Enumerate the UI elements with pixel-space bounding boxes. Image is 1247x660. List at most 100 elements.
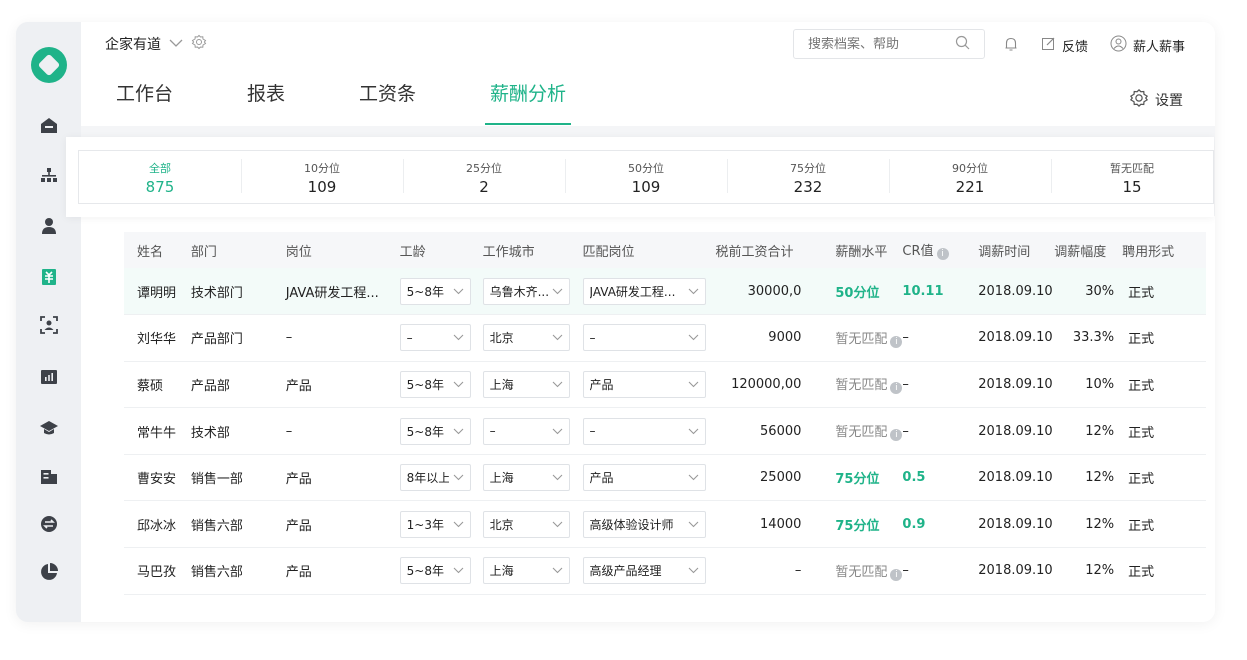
chevron-down-icon [453, 335, 464, 341]
stat-filter-no-match[interactable]: 暂无匹配 15 [1051, 151, 1213, 203]
cr-value: 0.5 [902, 470, 926, 486]
table-row[interactable]: 曹安安 销售一部 产品 8年以上 上海 产品 25000 75分位 0.5 2018.09.10 1… [124, 454, 1206, 502]
stat-value: 875 [145, 178, 175, 196]
cr-value: – [902, 330, 909, 346]
city-select[interactable]: 北京 [482, 510, 570, 538]
city-select[interactable]: 上海 [482, 370, 570, 398]
gear-icon[interactable] [191, 34, 207, 54]
col-header-pretax-salary[interactable]: 税前工资合计 [715, 232, 821, 268]
table-row[interactable]: 蔡硕 产品部 产品 5~8年 上海 产品 120000,00 暂无匹配 i –2018.09.10… [124, 361, 1206, 409]
chevron-down-icon [453, 428, 464, 434]
matched-position-select[interactable]: JAVA研发工程... [582, 277, 706, 305]
col-header-position[interactable]: 岗位 [286, 232, 400, 268]
seniority-select[interactable]: 8年以上 [399, 464, 471, 492]
col-header-adjust-date[interactable]: 调薪时间 [978, 232, 1054, 268]
person-icon[interactable] [38, 215, 60, 237]
city-select-value: 上海 [489, 377, 514, 392]
app-logo[interactable] [31, 47, 67, 83]
info-icon[interactable]: i [890, 568, 903, 581]
search-icon[interactable] [955, 35, 970, 54]
tab-payslip[interactable]: 工资条 [359, 80, 416, 125]
stat-filter-p75[interactable]: 75分位 232 [727, 151, 889, 203]
search-input[interactable] [808, 36, 938, 52]
cell-matched-position: 高级体验设计师 [582, 500, 716, 549]
cell-department: 销售六部 [190, 500, 286, 549]
cell-cr: – [902, 314, 979, 362]
city-select[interactable]: – [482, 417, 570, 445]
stat-filter-p10[interactable]: 10分位 109 [241, 151, 403, 203]
tab-reports[interactable]: 报表 [247, 80, 285, 125]
info-icon[interactable]: i [936, 248, 949, 260]
stat-filter-p25[interactable]: 25分位 2 [403, 151, 565, 203]
org-chart-icon[interactable] [38, 165, 60, 187]
face-scan-icon[interactable] [38, 314, 60, 336]
home-icon[interactable] [38, 114, 60, 136]
chevron-down-icon [453, 567, 464, 574]
cell-employment-type: 正式 [1114, 500, 1206, 549]
table-row[interactable]: 刘华华 产品部门 – – 北京 –9000 暂无匹配 i –2018.09.10 33.3% 正式 [124, 314, 1206, 362]
exchange-icon[interactable] [38, 513, 60, 535]
stat-filter-p50[interactable]: 50分位 109 [565, 151, 727, 203]
tab-workbench[interactable]: 工作台 [116, 80, 173, 125]
matched-position-select[interactable]: 高级体验设计师 [582, 510, 706, 538]
col-header-department[interactable]: 部门 [191, 232, 286, 268]
notification-button[interactable] [1003, 36, 1019, 56]
seniority-select[interactable]: – [399, 324, 471, 352]
seniority-select-value: – [406, 330, 413, 345]
settings-button[interactable]: 设置 [1129, 88, 1183, 112]
user-menu[interactable]: 薪人薪事 [1110, 35, 1185, 56]
col-header-seniority[interactable]: 工龄 [400, 232, 483, 268]
seniority-select-value: 1~3年 [406, 517, 444, 532]
info-icon[interactable]: i [890, 382, 903, 395]
stat-filter-all[interactable]: 全部 875 [79, 151, 241, 203]
col-header-matched-position[interactable]: 匹配岗位 [583, 232, 716, 268]
table-row[interactable]: 常牛牛 技术部 –5~8年 – –56000 暂无匹配 i –2018.09.10 12% 正式 [124, 407, 1206, 455]
stat-filter-p90[interactable]: 90分位 221 [889, 151, 1051, 203]
cell-adjust-rate: 12% [1054, 547, 1115, 595]
matched-position-select[interactable]: 产品 [582, 464, 706, 492]
cell-pretax-salary: 9000 [715, 314, 822, 362]
cell-adjust-date: 2018.09.10 [978, 314, 1055, 362]
table-row[interactable]: 马巴孜 销售六部 产品 5~8年 上海 高级产品经理 – 暂无匹配 i –2018.09.10 12… [124, 547, 1206, 595]
cell-seniority: 5~8年 [399, 547, 483, 595]
salary-icon[interactable] [38, 266, 60, 288]
seniority-select[interactable]: 5~8年 [399, 557, 471, 585]
company-switcher[interactable]: 企家有道 [105, 34, 207, 54]
cell-name: 刘华华 [124, 314, 191, 362]
cell-city: 北京 [482, 314, 583, 362]
col-header-salary-level[interactable]: 薪酬水平 [821, 232, 902, 268]
city-select-value: – [489, 424, 496, 439]
col-header-employment-type[interactable]: 聘用形式 [1114, 232, 1206, 268]
col-header-name[interactable]: 姓名 [124, 232, 191, 268]
cell-position: – [285, 407, 400, 455]
matched-position-select[interactable]: 产品 [582, 370, 706, 398]
user-avatar-icon [1110, 35, 1127, 56]
feedback-button[interactable]: 反馈 [1041, 36, 1088, 55]
col-header-cr[interactable]: CR值 i [902, 232, 978, 268]
cell-cr: 0.5 [902, 454, 979, 502]
seniority-select[interactable]: 5~8年 [399, 277, 471, 305]
search-box[interactable] [793, 29, 985, 59]
city-select[interactable]: 北京 [482, 324, 570, 352]
seniority-select[interactable]: 5~8年 [399, 370, 471, 398]
tab-salary-analysis[interactable]: 薪酬分析 [485, 80, 572, 125]
col-header-city[interactable]: 工作城市 [483, 232, 583, 268]
building-icon[interactable] [38, 465, 60, 487]
table-row[interactable]: 邱冰冰 销售六部 产品 1~3年 北京 高级体验设计师 14000 75分位 0.9 2018.0… [124, 500, 1206, 549]
seniority-select[interactable]: 1~3年 [399, 510, 471, 538]
table-row[interactable]: 谭明明 技术部门 JAVA研发工程... 5~8年 乌鲁木齐... JAVA研发工程...… [124, 268, 1206, 316]
matched-position-select[interactable]: – [582, 324, 706, 352]
city-select[interactable]: 上海 [482, 464, 570, 492]
city-select[interactable]: 上海 [482, 557, 570, 585]
col-header-adjust-rate[interactable]: 调薪幅度 [1054, 232, 1114, 268]
pie-chart-icon[interactable] [38, 561, 60, 583]
info-icon[interactable]: i [890, 335, 903, 348]
city-select[interactable]: 乌鲁木齐... [482, 277, 570, 305]
matched-position-select[interactable]: – [582, 417, 706, 445]
matched-position-select[interactable]: 高级产品经理 [582, 557, 706, 585]
info-icon[interactable]: i [890, 429, 903, 442]
seniority-select-value: 8年以上 [406, 471, 449, 486]
seniority-select[interactable]: 5~8年 [399, 417, 471, 445]
bar-chart-icon[interactable] [38, 366, 60, 388]
graduation-cap-icon[interactable] [38, 417, 60, 439]
